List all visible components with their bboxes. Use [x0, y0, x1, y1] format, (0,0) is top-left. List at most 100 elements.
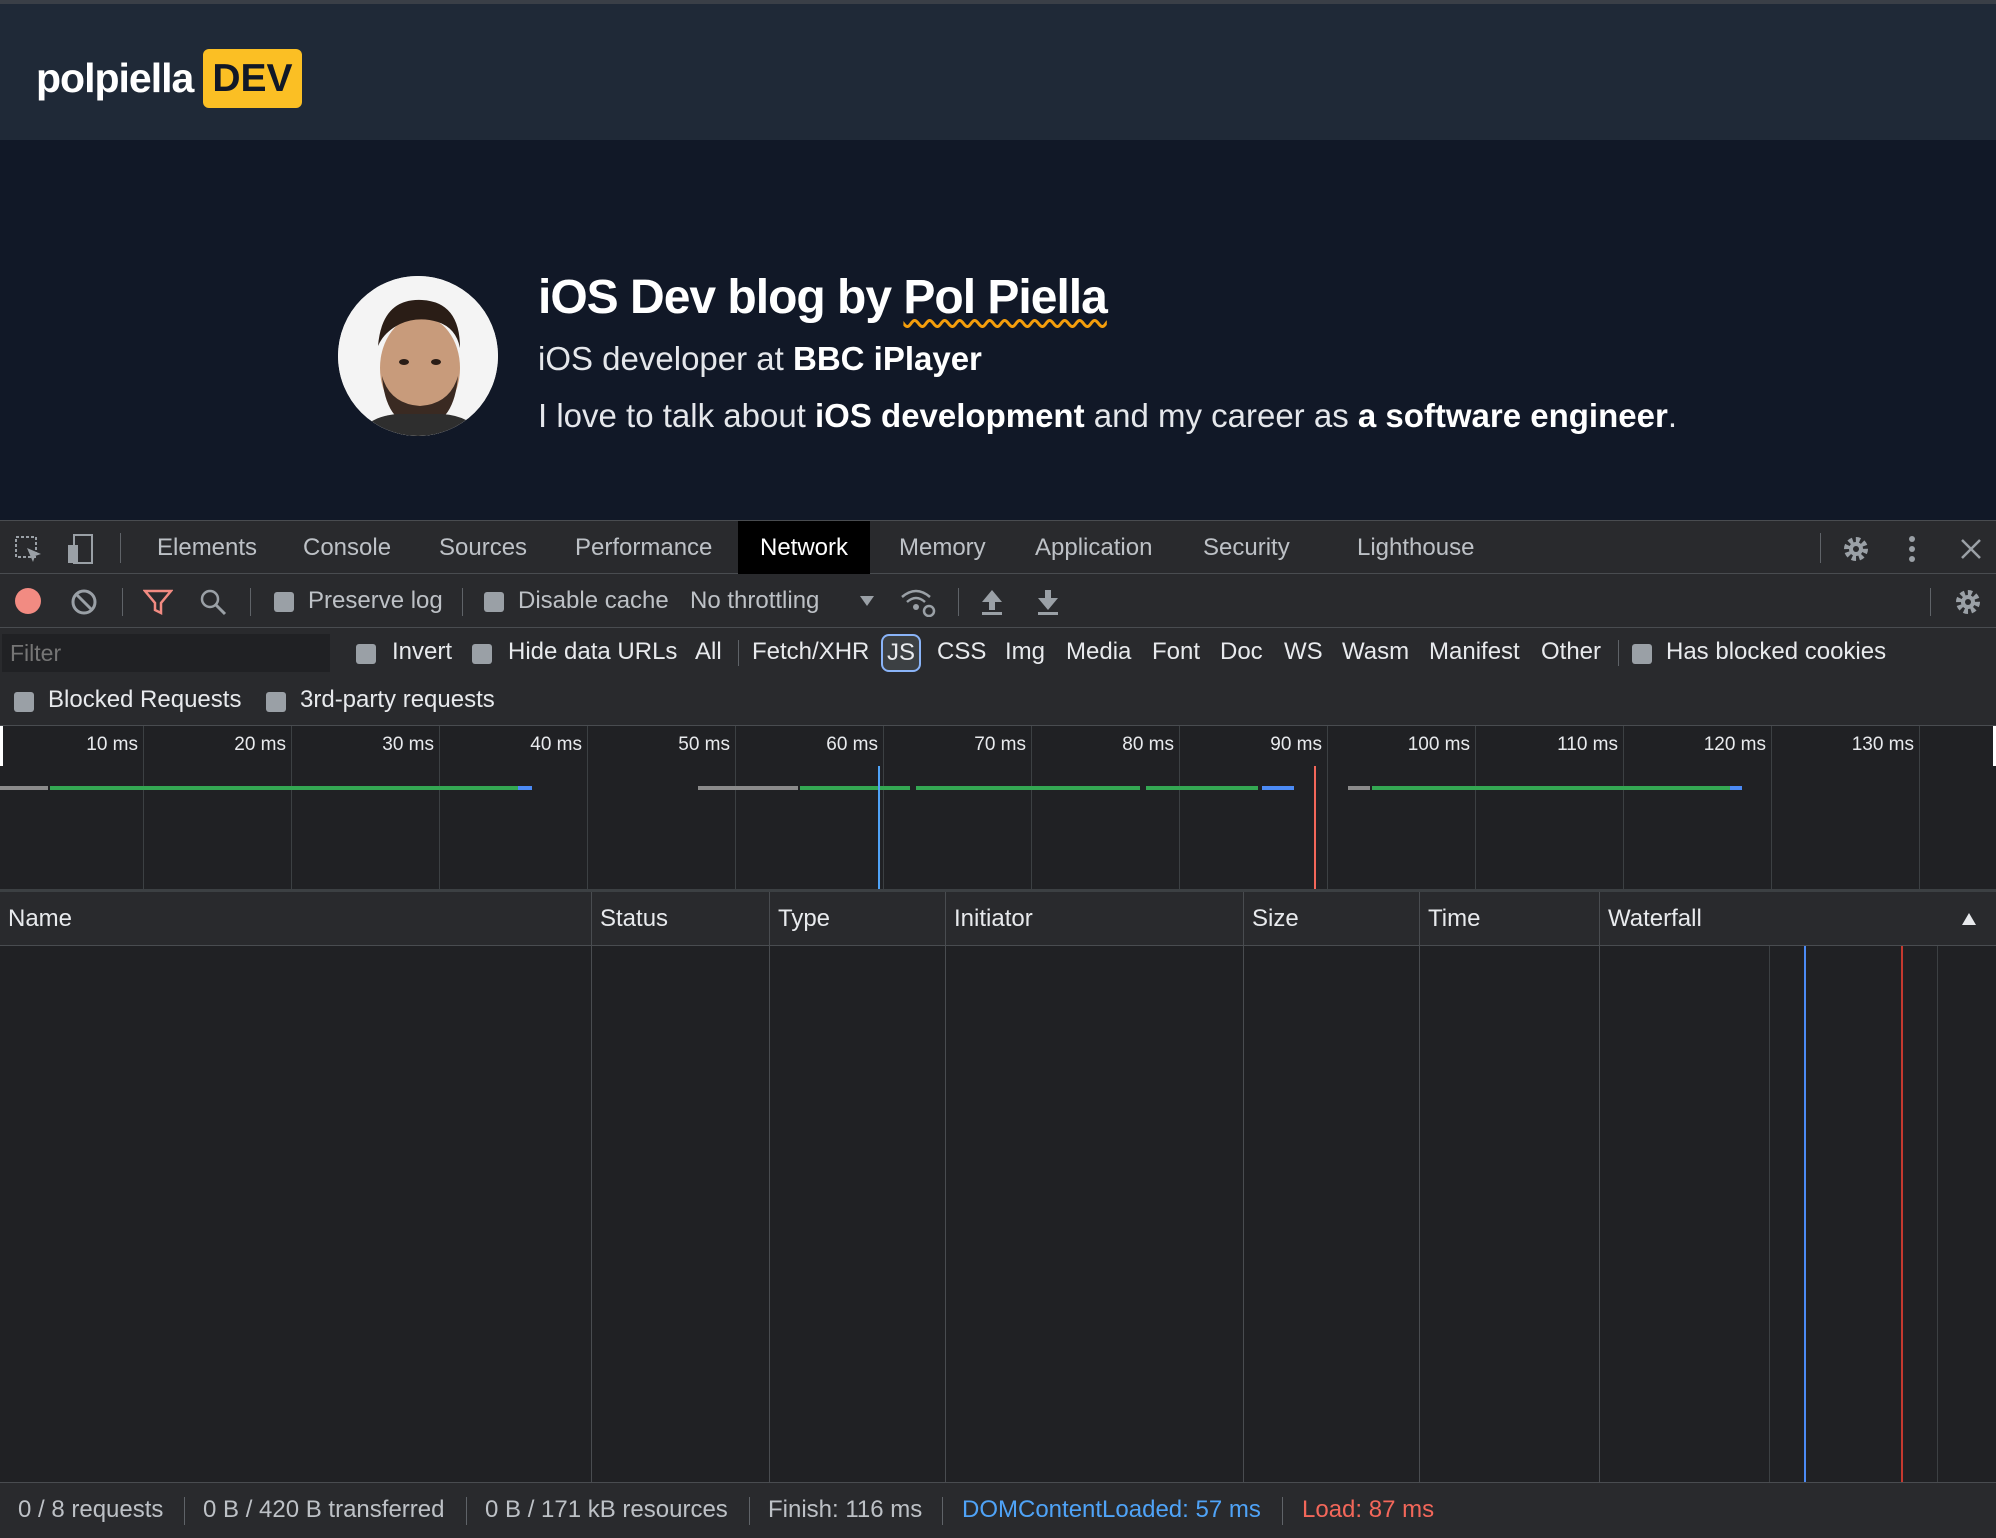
tick-label: 80 ms	[1122, 734, 1174, 755]
has-blocked-cookies-checkbox[interactable]	[1632, 644, 1652, 664]
filter-type-media[interactable]: Media	[1066, 638, 1131, 666]
filter-type-img[interactable]: Img	[1005, 638, 1045, 666]
tab-application[interactable]: Application	[1035, 521, 1152, 574]
grid-line	[1919, 726, 1920, 889]
tick-label: 110 ms	[1557, 734, 1618, 755]
column-divider[interactable]	[591, 892, 592, 946]
column-type[interactable]: Type	[770, 892, 830, 946]
hero-subtitle-prefix: iOS developer at	[538, 340, 793, 377]
search-icon[interactable]	[198, 588, 228, 616]
filter-separator	[738, 640, 739, 666]
tab-performance[interactable]: Performance	[575, 521, 712, 574]
blocked-requests-label: Blocked Requests	[48, 686, 242, 713]
tick-label: 40 ms	[530, 734, 582, 755]
tab-elements[interactable]: Elements	[157, 521, 257, 574]
third-party-requests-checkbox[interactable]	[266, 692, 286, 712]
overview-bar	[518, 786, 532, 790]
tab-memory[interactable]: Memory	[899, 521, 986, 574]
grid-line	[1475, 726, 1476, 889]
invert-label: Invert	[392, 638, 453, 665]
filter-type-css[interactable]: CSS	[937, 638, 986, 666]
filter-type-font[interactable]: Font	[1152, 638, 1200, 666]
import-har-icon[interactable]	[978, 586, 1006, 618]
filter-type-other[interactable]: Other	[1541, 638, 1601, 666]
overview-bar	[800, 786, 910, 790]
third-party-requests-label: 3rd-party requests	[300, 686, 495, 713]
grid-line	[1179, 726, 1180, 889]
column-divider[interactable]	[1243, 892, 1244, 946]
invert-checkbox[interactable]	[356, 644, 376, 664]
dom-content-loaded-time: DOMContentLoaded: 57 ms	[962, 1496, 1261, 1523]
tick-label: 10 ms	[86, 734, 138, 755]
network-settings-gear-icon[interactable]	[1952, 586, 1984, 618]
column-divider	[945, 946, 946, 1482]
finish-time: Finish: 116 ms	[768, 1496, 923, 1523]
filter-type-all[interactable]: All	[695, 638, 722, 666]
clear-icon[interactable]	[70, 588, 98, 616]
overview-left-handle[interactable]	[0, 726, 3, 766]
waterfall-dcl-line	[1804, 946, 1806, 1482]
timeline-overview[interactable]: 10 ms 20 ms 30 ms 40 ms 50 ms 60 ms 70 m…	[0, 726, 1996, 892]
filter-type-doc[interactable]: Doc	[1220, 638, 1263, 666]
tick-label: 120 ms	[1703, 734, 1766, 755]
filter-type-ws[interactable]: WS	[1284, 638, 1323, 666]
overview-bar	[1348, 786, 1370, 790]
record-button[interactable]	[14, 587, 42, 615]
disable-cache-checkbox[interactable]	[484, 592, 504, 612]
network-conditions-icon[interactable]	[900, 586, 936, 618]
close-devtools-icon[interactable]	[1956, 535, 1986, 563]
site-logo[interactable]: polpiella DEV	[36, 49, 302, 108]
dcl-marker	[878, 766, 880, 889]
filter-type-wasm[interactable]: Wasm	[1342, 638, 1409, 666]
column-waterfall[interactable]: Waterfall	[1600, 892, 1702, 946]
column-divider[interactable]	[769, 892, 770, 946]
tick-label: 20 ms	[234, 734, 286, 755]
column-divider[interactable]	[1599, 892, 1600, 946]
grid-line	[1327, 726, 1328, 889]
column-divider	[1599, 946, 1600, 1482]
filter-type-fetch-xhr[interactable]: Fetch/XHR	[752, 638, 869, 666]
throttling-select[interactable]: No throttling	[690, 587, 819, 615]
tab-security[interactable]: Security	[1203, 521, 1290, 574]
tick-label: 90 ms	[1270, 734, 1322, 755]
tab-lighthouse[interactable]: Lighthouse	[1357, 521, 1474, 574]
overview-bar	[1730, 786, 1742, 790]
desc-part-4: a software engineer	[1357, 397, 1668, 434]
export-har-icon[interactable]	[1034, 586, 1062, 618]
overview-bar	[916, 786, 1140, 790]
tick-label: 60 ms	[826, 734, 878, 755]
column-time[interactable]: Time	[1420, 892, 1480, 946]
status-separator	[749, 1497, 750, 1525]
filter-icon[interactable]	[142, 588, 174, 616]
blocked-requests-checkbox[interactable]	[14, 692, 34, 712]
toolbar-separator	[122, 588, 123, 616]
grid-line	[1031, 726, 1032, 889]
tab-network[interactable]: Network	[738, 521, 871, 574]
tab-sources[interactable]: Sources	[439, 521, 527, 574]
settings-gear-icon[interactable]	[1840, 533, 1872, 565]
column-divider[interactable]	[945, 892, 946, 946]
column-status[interactable]: Status	[592, 892, 668, 946]
sort-ascending-icon[interactable]	[1958, 908, 1980, 930]
filter-type-js[interactable]: JS	[881, 634, 922, 672]
column-initiator[interactable]: Initiator	[946, 892, 1033, 946]
column-name[interactable]: Name	[0, 892, 72, 946]
overview-bar	[0, 786, 48, 790]
hide-data-urls-checkbox[interactable]	[472, 644, 492, 664]
filter-type-manifest[interactable]: Manifest	[1429, 638, 1520, 666]
column-divider	[769, 946, 770, 1482]
logo-badge: DEV	[203, 49, 302, 108]
tick-label: 30 ms	[382, 734, 434, 755]
preserve-log-label: Preserve log	[308, 587, 443, 614]
tab-bar-separator	[120, 533, 121, 563]
tab-console[interactable]: Console	[303, 521, 391, 574]
more-options-icon[interactable]	[1898, 533, 1926, 565]
filter-input[interactable]	[2, 634, 330, 672]
column-divider[interactable]	[1419, 892, 1420, 946]
column-size[interactable]: Size	[1244, 892, 1299, 946]
inspect-element-icon[interactable]	[14, 535, 44, 565]
preserve-log-checkbox[interactable]	[274, 592, 294, 612]
desc-part-2: iOS development	[815, 397, 1085, 434]
device-toolbar-icon[interactable]	[66, 533, 96, 565]
chevron-down-icon[interactable]	[858, 592, 876, 610]
